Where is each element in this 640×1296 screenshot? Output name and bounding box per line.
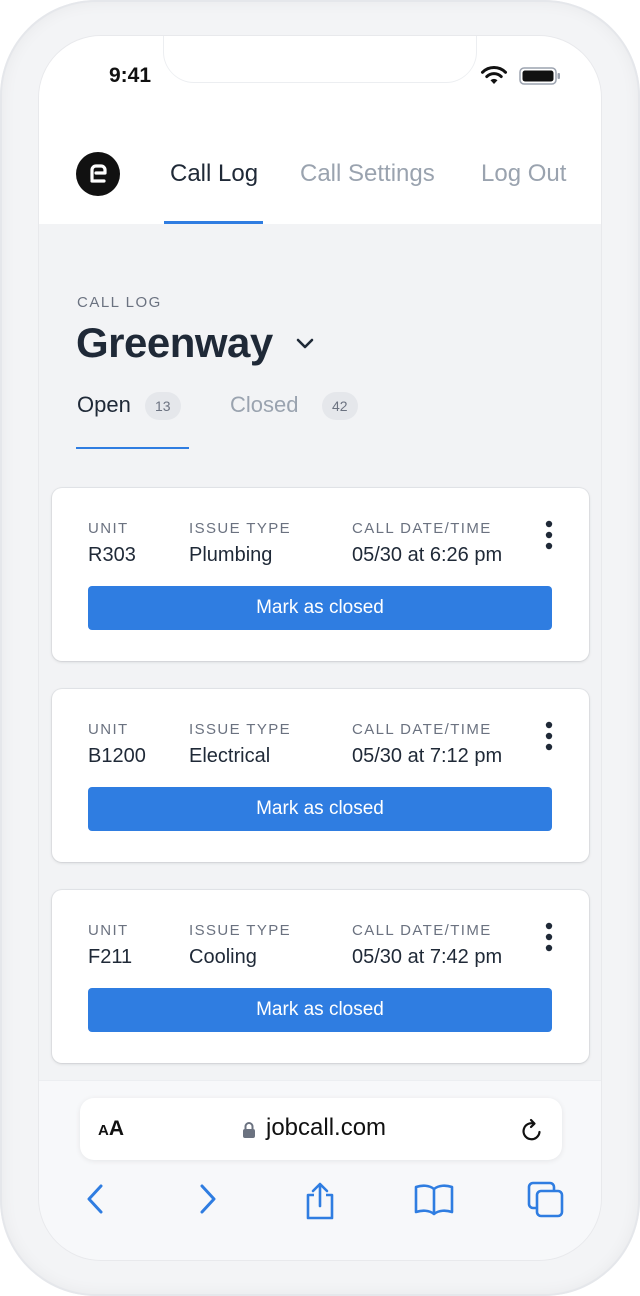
issue-type-label: ISSUE TYPE	[189, 520, 292, 537]
text-size-small-a: A	[98, 1122, 109, 1139]
unit-value: B1200	[88, 745, 146, 767]
call-datetime-label: CALL DATE/TIME	[352, 721, 492, 738]
more-options-icon[interactable]	[538, 720, 560, 754]
top-nav: Call Log Call Settings Log Out	[39, 118, 601, 224]
call-datetime-label: CALL DATE/TIME	[352, 922, 492, 939]
phone-frame: 9:41 Call Log Call Settings Log Out CALL…	[0, 0, 640, 1296]
app-logo-icon[interactable]	[76, 152, 120, 196]
call-card: UNIT ISSUE TYPE CALL DATE/TIME R303 Plum…	[52, 488, 589, 661]
status-time: 9:41	[109, 64, 152, 87]
call-datetime-value: 05/30 at 7:42 pm	[352, 946, 503, 968]
text-size-large-a: A	[108, 1117, 125, 1140]
more-options-icon[interactable]	[538, 921, 560, 955]
unit-label: UNIT	[88, 520, 129, 537]
wifi-icon	[481, 66, 507, 84]
tabs-icon[interactable]	[527, 1181, 565, 1219]
issue-type-value: Cooling	[189, 946, 257, 968]
sub-tab-active-indicator	[76, 447, 189, 449]
unit-value: R303	[88, 544, 136, 566]
issue-type-label: ISSUE TYPE	[189, 922, 292, 939]
more-options-icon[interactable]	[538, 519, 560, 553]
issue-type-label: ISSUE TYPE	[189, 721, 292, 738]
bookmarks-icon[interactable]	[413, 1181, 455, 1217]
call-card: UNIT ISSUE TYPE CALL DATE/TIME F211 Cool…	[52, 890, 589, 1063]
open-count-badge: 13	[145, 392, 181, 420]
unit-label: UNIT	[88, 721, 129, 738]
phone-screen: 9:41 Call Log Call Settings Log Out CALL…	[39, 36, 601, 1260]
call-datetime-value: 05/30 at 6:26 pm	[352, 544, 503, 566]
issue-type-value: Electrical	[189, 745, 271, 767]
tab-closed[interactable]: Closed	[230, 392, 298, 418]
unit-value: F211	[88, 946, 133, 968]
lock-icon	[243, 1122, 255, 1138]
call-datetime-label: CALL DATE/TIME	[352, 520, 492, 537]
mark-as-closed-button[interactable]: Mark as closed	[88, 586, 552, 630]
unit-label: UNIT	[88, 922, 129, 939]
nav-tab-call-log[interactable]: Call Log	[170, 160, 258, 188]
nav-active-indicator	[164, 221, 263, 224]
property-selector[interactable]: Greenway	[76, 319, 273, 367]
text-size-button[interactable]: AA	[98, 1117, 124, 1141]
address-bar[interactable]: AA jobcall.com	[80, 1098, 562, 1160]
url-text: jobcall.com	[266, 1114, 387, 1141]
share-icon[interactable]	[303, 1181, 337, 1221]
nav-tab-call-settings[interactable]: Call Settings	[300, 160, 435, 188]
reload-icon[interactable]	[520, 1117, 544, 1143]
call-datetime-value: 05/30 at 7:12 pm	[352, 745, 503, 767]
device-notch	[164, 36, 476, 82]
tab-open[interactable]: Open	[77, 392, 131, 418]
nav-tab-log-out[interactable]: Log Out	[481, 160, 566, 188]
forward-icon[interactable]	[192, 1181, 222, 1217]
back-icon[interactable]	[81, 1181, 111, 1217]
closed-count-badge: 42	[322, 392, 358, 420]
page-eyebrow: CALL LOG	[77, 294, 162, 311]
chevron-down-icon[interactable]	[295, 337, 315, 351]
issue-type-value: Plumbing	[189, 544, 273, 566]
mark-as-closed-button[interactable]: Mark as closed	[88, 787, 552, 831]
battery-icon	[519, 67, 560, 85]
logo-mark-icon	[90, 164, 107, 183]
browser-toolbar: AA jobcall.com	[39, 1080, 601, 1260]
call-card: UNIT ISSUE TYPE CALL DATE/TIME B1200 Ele…	[52, 689, 589, 862]
mark-as-closed-button[interactable]: Mark as closed	[88, 988, 552, 1032]
